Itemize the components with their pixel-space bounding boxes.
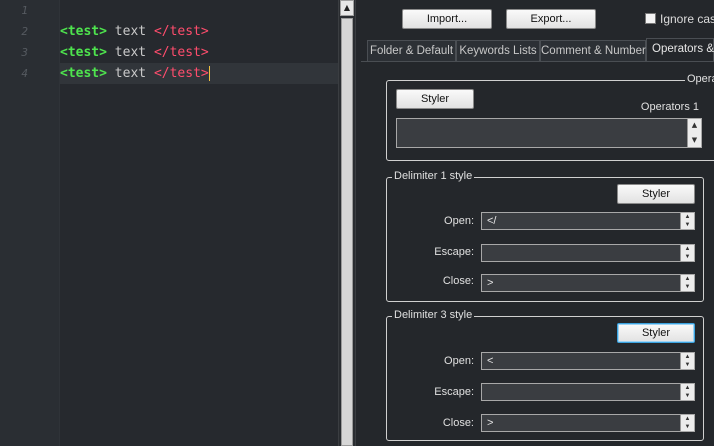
delimiter-1-close-label: Close: bbox=[442, 275, 474, 287]
import-button[interactable]: Import... bbox=[402, 9, 492, 29]
delimiter-1-open-input[interactable]: </ ▲ ▼ bbox=[481, 212, 695, 230]
tab-divider bbox=[361, 61, 714, 62]
text-caret bbox=[208, 66, 210, 81]
tab-operators-delimiters[interactable]: Operators & bbox=[646, 38, 714, 61]
line-number: 4 bbox=[21, 67, 28, 80]
editor-vertical-scrollbar[interactable]: ▲ bbox=[338, 0, 355, 446]
fold-margin[interactable] bbox=[46, 0, 60, 446]
operators-1-label: Operators 1 bbox=[640, 101, 699, 113]
delimiter-1-close-input[interactable]: > ▲ ▼ bbox=[481, 274, 695, 292]
tab-folder-default[interactable]: Folder & Default bbox=[367, 40, 456, 61]
spin-arrows-icon[interactable]: ▲ ▼ bbox=[680, 245, 694, 261]
code-line-current[interactable]: <test> text </test> bbox=[60, 63, 338, 84]
delimiter-3-legend: Delimiter 3 style bbox=[392, 309, 475, 321]
line-number: 3 bbox=[21, 46, 28, 59]
delimiter-3-open-label: Open: bbox=[444, 355, 474, 367]
spin-arrows-icon[interactable]: ▲ ▼ bbox=[680, 275, 694, 291]
line-number: 1 bbox=[21, 4, 28, 17]
tag-text: text bbox=[106, 24, 154, 39]
field-value: > bbox=[487, 277, 494, 289]
tag-text: text bbox=[106, 66, 154, 81]
spin-arrows-icon[interactable]: ▲ ▼ bbox=[680, 415, 694, 431]
field-value: </ bbox=[487, 215, 497, 227]
tab-comment-number[interactable]: Comment & Number bbox=[540, 40, 646, 61]
scroll-down-arrow-icon[interactable]: ▼ bbox=[688, 136, 701, 144]
delimiter-3-close-input[interactable]: > ▲ ▼ bbox=[481, 414, 695, 432]
code-line[interactable]: <test> text </test> bbox=[60, 42, 338, 63]
tag-text: text bbox=[106, 45, 154, 60]
spin-arrows-icon[interactable]: ▲ ▼ bbox=[680, 353, 694, 369]
operators-group-legend: Opera bbox=[685, 73, 714, 85]
ignore-case-label[interactable]: Ignore case bbox=[660, 12, 714, 26]
delimiter-1-escape-input[interactable]: ▲ ▼ bbox=[481, 244, 695, 262]
scroll-up-arrow-icon[interactable]: ▲ bbox=[688, 121, 701, 129]
operators-1-textarea[interactable]: ▲ ▼ bbox=[396, 118, 702, 148]
spin-arrows-icon[interactable]: ▲ ▼ bbox=[680, 384, 694, 400]
code-line[interactable] bbox=[60, 0, 338, 21]
code-editor[interactable]: 1 2 3 4 <test> text </test> <test> text … bbox=[0, 0, 338, 446]
tab-keywords-lists[interactable]: Keywords Lists bbox=[456, 40, 540, 61]
open-tag: <test> bbox=[60, 45, 107, 60]
delimiter-1-open-label: Open: bbox=[444, 215, 474, 227]
delimiter-3-styler-button[interactable]: Styler bbox=[617, 323, 695, 343]
scroll-up-arrow-icon[interactable]: ▲ bbox=[340, 0, 354, 16]
line-number-gutter: 1 2 3 4 bbox=[0, 0, 46, 446]
close-tag: </test> bbox=[153, 66, 209, 81]
field-value: < bbox=[487, 355, 494, 367]
delimiter-3-escape-label: Escape: bbox=[434, 386, 474, 398]
delimiter-3-open-input[interactable]: < ▲ ▼ bbox=[481, 352, 695, 370]
open-tag: <test> bbox=[60, 24, 107, 39]
close-tag: </test> bbox=[153, 45, 209, 60]
close-tag: </test> bbox=[153, 24, 209, 39]
delimiter-3-escape-input[interactable]: ▲ ▼ bbox=[481, 383, 695, 401]
delimiter-1-escape-label: Escape: bbox=[434, 246, 474, 258]
open-tag: <test> bbox=[60, 66, 107, 81]
delimiter-3-close-label: Close: bbox=[442, 417, 474, 429]
textarea-scrollbar[interactable]: ▲ ▼ bbox=[687, 119, 701, 147]
ignore-case-checkbox[interactable] bbox=[645, 13, 656, 24]
operators-styler-button[interactable]: Styler bbox=[396, 89, 474, 109]
field-value: > bbox=[487, 417, 494, 429]
delimiter-1-legend: Delimiter 1 style bbox=[392, 170, 475, 182]
code-line[interactable]: <test> text </test> bbox=[60, 21, 338, 42]
line-number: 2 bbox=[21, 25, 28, 38]
delimiter-1-styler-button[interactable]: Styler bbox=[617, 184, 695, 204]
scrollbar-thumb[interactable] bbox=[341, 18, 353, 446]
export-button[interactable]: Export... bbox=[506, 9, 596, 29]
spin-arrows-icon[interactable]: ▲ ▼ bbox=[680, 213, 694, 229]
